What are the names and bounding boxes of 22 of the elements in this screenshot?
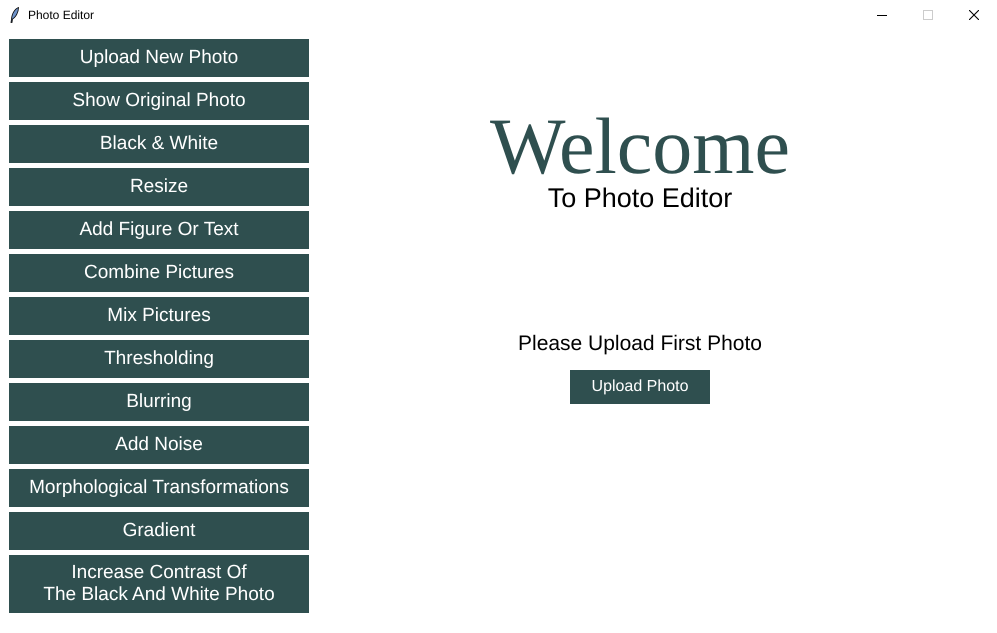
sidebar-button[interactable]: Combine Pictures <box>9 254 309 292</box>
sidebar-button[interactable]: Add Noise <box>9 426 309 464</box>
sidebar-button[interactable]: Thresholding <box>9 340 309 378</box>
maximize-icon <box>923 10 933 20</box>
sidebar-button[interactable]: Mix Pictures <box>9 297 309 335</box>
sidebar-button[interactable]: Add Figure Or Text <box>9 211 309 249</box>
minimize-icon <box>877 14 887 16</box>
sidebar-button[interactable]: Show Original Photo <box>9 82 309 120</box>
sidebar-button[interactable]: Gradient <box>9 512 309 550</box>
upload-prompt: Please Upload First Photo <box>518 333 762 354</box>
sidebar-button[interactable]: Black & White <box>9 125 309 163</box>
window-title: Photo Editor <box>28 7 94 24</box>
sidebar-button[interactable]: Resize <box>9 168 309 206</box>
welcome-heading: Welcome <box>490 109 790 185</box>
feather-icon <box>10 7 19 23</box>
sidebar-button[interactable]: Upload New Photo <box>9 39 309 77</box>
sidebar-button[interactable]: Blurring <box>9 383 309 421</box>
welcome-subheading: To Photo Editor <box>548 185 732 212</box>
sidebar-button[interactable]: Morphological Transformations <box>9 469 309 507</box>
upload-photo-button[interactable]: Upload Photo <box>570 370 710 404</box>
sidebar-button[interactable]: Increase Contrast Of The Black And White Photo <box>9 555 309 613</box>
close-icon <box>969 10 979 20</box>
